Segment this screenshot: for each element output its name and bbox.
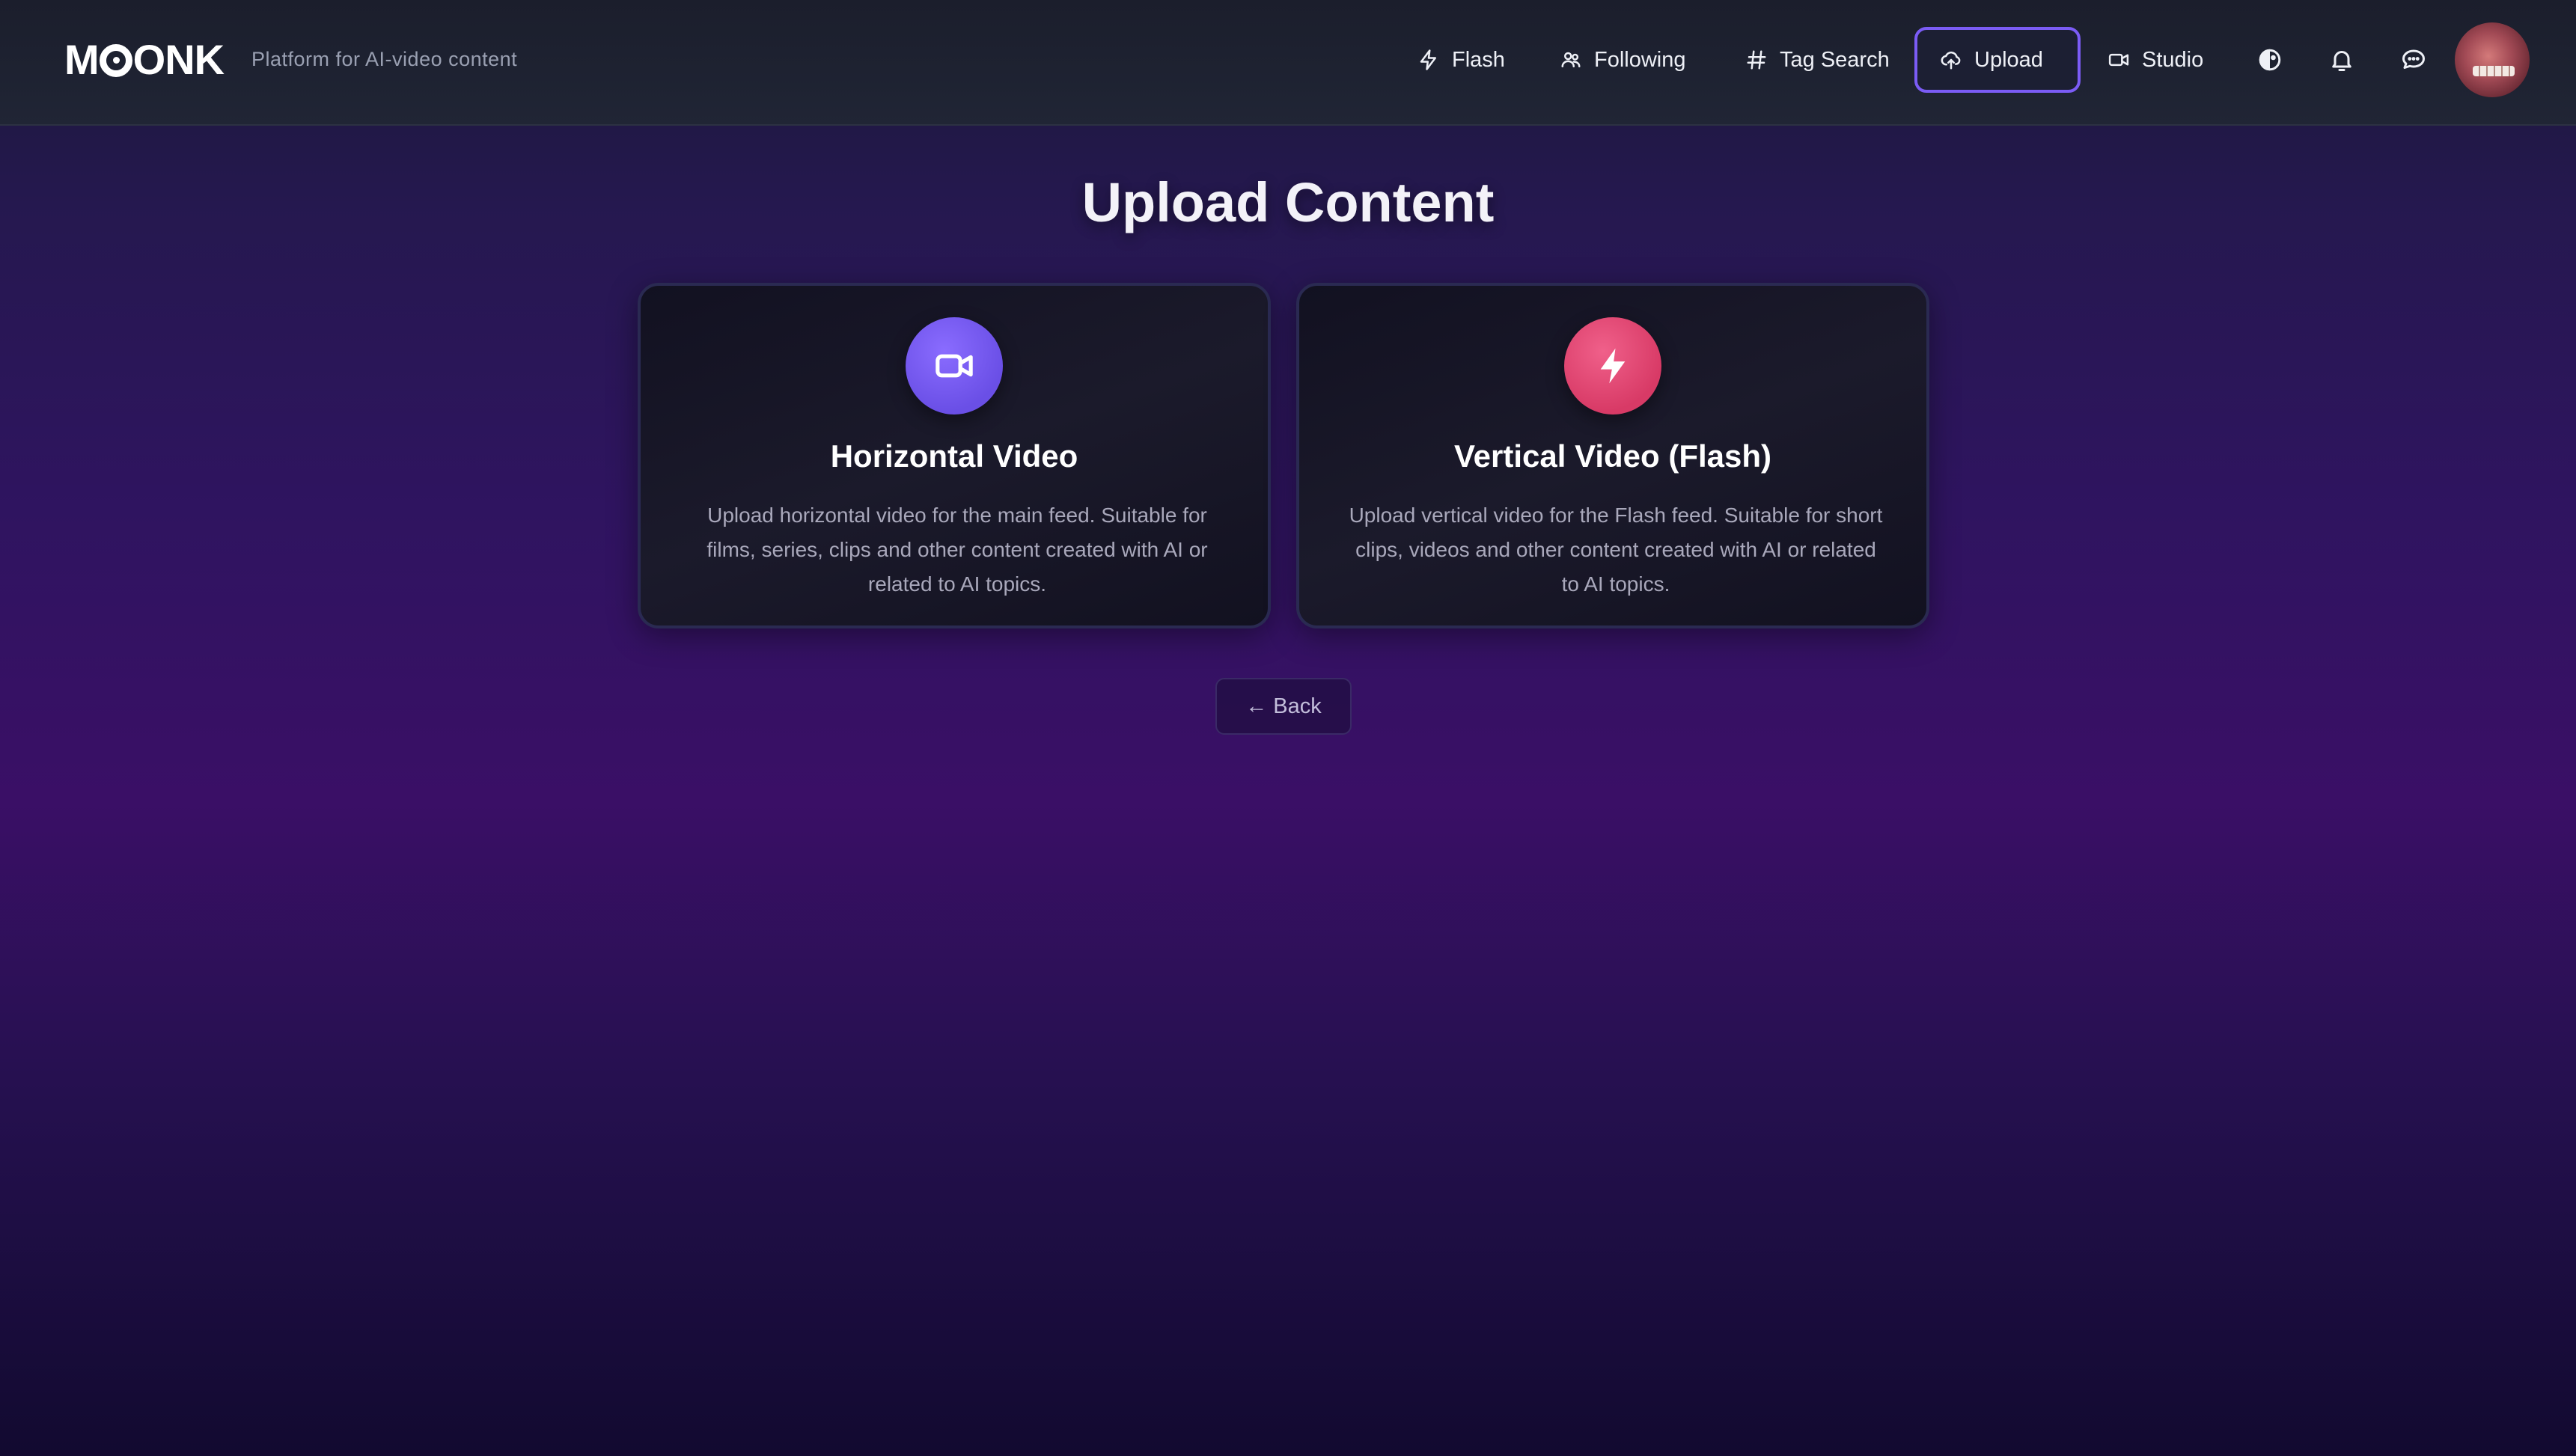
messages-button[interactable] (2395, 41, 2432, 79)
theme-toggle-button[interactable] (2251, 41, 2289, 79)
vertical-video-description: Upload vertical video for the Flash feed… (1349, 504, 1883, 596)
vertical-video-card[interactable]: Vertical Video (Flash) Upload vertical v… (1296, 283, 1929, 628)
nav-flash-label: Flash (1452, 47, 1505, 72)
bell-icon (2332, 51, 2351, 71)
nav-upload[interactable]: Upload (1914, 27, 2081, 93)
nav-flash[interactable]: Flash (1392, 27, 1530, 93)
notifications-button[interactable] (2323, 41, 2360, 79)
cloud-upload-icon (1941, 51, 1961, 70)
tagline: Platform for AI-video content (251, 48, 518, 70)
horizontal-video-description: Upload horizontal video for the main fee… (706, 504, 1208, 596)
horizontal-video-title: Horizontal Video (830, 438, 1078, 474)
horizontal-video-icon-badge (906, 317, 1003, 415)
nav-following-label: Following (1594, 47, 1686, 72)
nav-upload-label: Upload (1974, 47, 2043, 72)
vertical-video-title: Vertical Video (Flash) (1453, 438, 1772, 474)
nav-following[interactable]: Following (1534, 27, 1712, 93)
top-nav-bar: M ONK Platform for AI-video content Flash… (0, 0, 2576, 126)
lightning-icon (1600, 348, 1626, 384)
nav-studio[interactable]: Studio (2082, 27, 2229, 93)
user-avatar[interactable] (2455, 22, 2530, 97)
video-camera-icon (936, 354, 973, 378)
nav-tag-search[interactable]: Tag Search (1720, 27, 1915, 93)
video-camera-icon (2108, 53, 2129, 67)
avatar-image-detail (2473, 66, 2515, 76)
back-button-label: ← Back (1245, 694, 1322, 718)
vertical-video-icon-badge (1564, 317, 1661, 415)
nav-studio-label: Studio (2142, 47, 2204, 72)
nav-tag-search-label: Tag Search (1780, 47, 1890, 72)
moonk-logo[interactable]: M ONK (64, 37, 225, 82)
hash-icon (1747, 50, 1766, 70)
theme-toggle-icon (2259, 49, 2281, 71)
horizontal-video-card[interactable]: Horizontal Video Upload horizontal video… (638, 283, 1271, 628)
users-icon (1561, 52, 1581, 67)
lightning-icon (1420, 49, 1436, 70)
logo-eye-icon (99, 44, 132, 77)
back-button[interactable]: ← Back (1215, 678, 1352, 735)
chat-icon (2402, 49, 2425, 69)
page-title: Upload Content (1081, 171, 1495, 233)
